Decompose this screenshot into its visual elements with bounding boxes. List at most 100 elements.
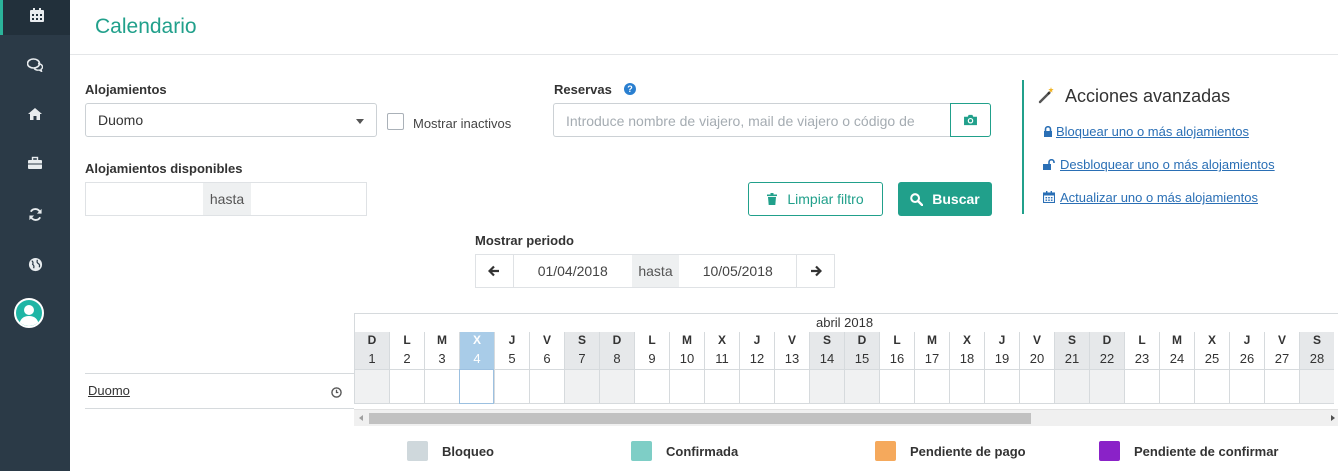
day-column: X 25	[1194, 332, 1229, 404]
day-column: J 12	[739, 332, 774, 404]
day-number: 19	[984, 349, 1019, 369]
weekday-label: L	[879, 332, 914, 349]
arrow-left-icon	[488, 265, 500, 277]
search-label: Buscar	[932, 191, 980, 207]
day-column: J5	[494, 332, 529, 404]
clear-filter-button[interactable]: Limpiar filtro	[748, 182, 883, 216]
day-number: 7	[564, 349, 599, 369]
horizontal-scrollbar[interactable]	[354, 409, 1338, 426]
sidebar-item-sync[interactable]	[0, 194, 70, 234]
calendar-cell[interactable]	[1054, 369, 1089, 404]
disponibles-to-input[interactable]	[251, 183, 366, 215]
sidebar-item-web[interactable]	[0, 244, 70, 284]
calendar-cell[interactable]	[599, 369, 634, 404]
search-button[interactable]: Buscar	[898, 182, 992, 216]
weekday-label: S	[564, 332, 599, 349]
weekday-label: V	[1019, 332, 1054, 349]
disponibles-separator: hasta	[203, 183, 251, 215]
day-number: 25	[1194, 349, 1229, 369]
calendar-cell[interactable]	[1124, 369, 1159, 404]
reservas-label: Reservas	[554, 82, 612, 97]
calendar-cell[interactable]	[774, 369, 809, 404]
scroll-right-icon[interactable]	[1331, 415, 1335, 421]
weekday-label: M	[669, 332, 704, 349]
weekday-label: S	[809, 332, 844, 349]
day-column: M 24	[1159, 332, 1194, 404]
calendar-cell[interactable]	[949, 369, 984, 404]
calendar-cell[interactable]	[494, 369, 529, 404]
calendar-cell[interactable]	[634, 369, 669, 404]
day-number: 18	[949, 349, 984, 369]
sidebar-item-calendar[interactable]	[0, 0, 70, 35]
day-number: 17	[914, 349, 949, 369]
disponibles-label: Alojamientos disponibles	[85, 161, 243, 176]
calendar-cell[interactable]	[1299, 369, 1334, 404]
calendar-cell[interactable]	[984, 369, 1019, 404]
calendar-cell[interactable]	[459, 369, 494, 404]
mostrar-inactivos-label[interactable]: Mostrar inactivos	[413, 116, 511, 131]
calendar-cell[interactable]	[1194, 369, 1229, 404]
sidebar-item-briefcase[interactable]	[0, 143, 70, 183]
weekday-label: J	[494, 332, 529, 349]
weekday-label: X	[949, 332, 984, 349]
calendar-cell[interactable]	[844, 369, 879, 404]
refresh-icon	[28, 207, 42, 221]
reservas-search-input[interactable]: Introduce nombre de viajero, mail de via…	[553, 103, 951, 137]
legend-item: Confirmada	[631, 441, 738, 461]
calendar-cell[interactable]	[809, 369, 844, 404]
mostrar-inactivos-checkbox[interactable]	[387, 113, 404, 130]
calendar-cell[interactable]	[389, 369, 424, 404]
calendar-cell[interactable]	[1264, 369, 1299, 404]
calendar-cell[interactable]	[564, 369, 599, 404]
period-separator: hasta	[631, 255, 680, 287]
next-period-button[interactable]	[797, 255, 834, 287]
block-properties-link[interactable]: Bloquear uno o más alojamientos	[1043, 124, 1249, 140]
calendar-cell[interactable]	[1159, 369, 1194, 404]
period-to-input[interactable]: 10/05/2018	[679, 255, 798, 287]
property-name-link[interactable]: Duomo	[88, 383, 130, 398]
property-row: Duomo	[85, 373, 354, 409]
calendar-cell[interactable]	[879, 369, 914, 404]
day-column: L9	[634, 332, 669, 404]
calendar-cell[interactable]	[424, 369, 459, 404]
calendar-cell[interactable]	[1229, 369, 1264, 404]
day-column: J 19	[984, 332, 1019, 404]
calendar-cell[interactable]	[529, 369, 564, 404]
day-number: 26	[1229, 349, 1264, 369]
scrollbar-thumb[interactable]	[369, 413, 1031, 424]
prev-period-button[interactable]	[476, 255, 513, 287]
day-column: V6	[529, 332, 564, 404]
alojamientos-select[interactable]: Duomo	[85, 103, 377, 137]
day-number: 12	[739, 349, 774, 369]
month-header: abril 2018	[354, 313, 1338, 332]
day-column: D1	[354, 332, 389, 404]
day-column: M3	[424, 332, 459, 404]
day-number: 20	[1019, 349, 1054, 369]
day-number: 14	[809, 349, 844, 369]
weekday-label: X	[704, 332, 739, 349]
day-column: S 28	[1299, 332, 1334, 404]
day-number: 24	[1159, 349, 1194, 369]
calendar-cell[interactable]	[1089, 369, 1124, 404]
camera-button[interactable]	[950, 103, 991, 137]
user-avatar-icon[interactable]	[14, 298, 44, 328]
help-icon[interactable]: ?	[624, 83, 636, 95]
calendar-cell[interactable]	[739, 369, 774, 404]
sidebar-item-properties[interactable]	[0, 94, 70, 134]
weekday-label: M	[424, 332, 459, 349]
disponibles-from-input[interactable]	[86, 183, 203, 215]
calendar-cell[interactable]	[354, 369, 389, 404]
calendar-cell[interactable]	[1019, 369, 1054, 404]
weekday-label: J	[1229, 332, 1264, 349]
divider	[1022, 80, 1024, 214]
unblock-properties-link[interactable]: Desbloquear uno o más alojamientos	[1043, 157, 1275, 173]
sidebar-item-messages[interactable]	[0, 45, 70, 85]
calendar-cell[interactable]	[914, 369, 949, 404]
update-properties-link[interactable]: Actualizar uno o más alojamientos	[1042, 190, 1258, 206]
scroll-left-icon[interactable]	[359, 415, 363, 421]
clock-icon[interactable]	[331, 385, 342, 403]
period-from-input[interactable]: 01/04/2018	[512, 255, 632, 287]
globe-icon	[28, 257, 42, 271]
calendar-cell[interactable]	[704, 369, 739, 404]
calendar-cell[interactable]	[669, 369, 704, 404]
